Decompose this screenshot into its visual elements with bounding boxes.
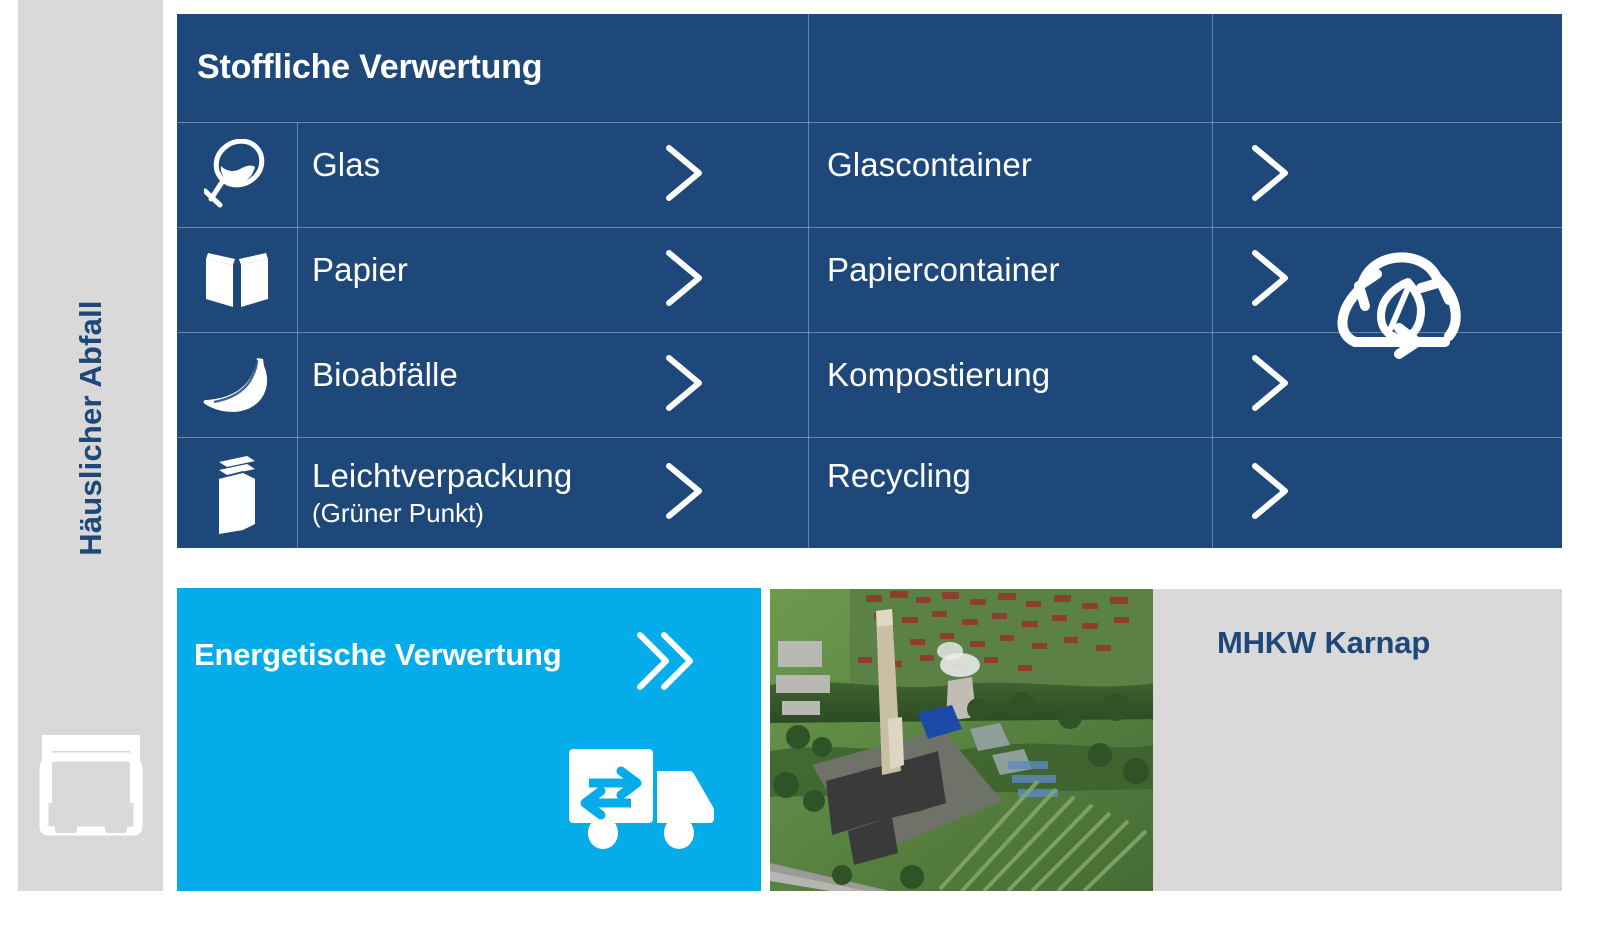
material-cell: Leichtverpackung (Grüner Punkt) [312, 437, 572, 548]
destination-label: Recycling [827, 457, 971, 494]
destination-cell: Kompostierung [827, 332, 1050, 437]
material-cell: Papier [312, 227, 408, 332]
table-row: Glas Glascontainer [177, 122, 1562, 227]
recycle-leaf-icon [1325, 230, 1475, 370]
destination-cell: Papiercontainer [827, 227, 1060, 332]
chevron-right-icon [1247, 247, 1293, 309]
facility-name: MHKW Karnap [1217, 625, 1431, 660]
sidebar-household-waste: Häuslicher Abfall [18, 0, 163, 891]
facility-panel: MHKW Karnap [1153, 589, 1562, 891]
material-label: Papier [312, 251, 408, 288]
table-header: Stoffliche Verwertung [177, 14, 1562, 122]
material-sublabel: (Grüner Punkt) [312, 497, 484, 528]
material-cell: Bioabfälle [312, 332, 458, 437]
sidebar-label: Häuslicher Abfall [72, 299, 108, 556]
chevron-right-icon [661, 352, 707, 414]
destination-label: Kompostierung [827, 356, 1051, 393]
chevron-right-icon [661, 247, 707, 309]
chevron-right-icon [1247, 142, 1293, 204]
material-label: Bioabfälle [312, 356, 458, 393]
delivery-truck-exchange-icon [567, 741, 717, 851]
table-title: Stoffliche Verwertung [197, 48, 543, 86]
energy-recovery-title: Energetische Verwertung [194, 637, 562, 672]
destination-label: Glascontainer [827, 146, 1032, 183]
material-recovery-table: Stoffliche Verwertung Glas Glascontainer… [177, 14, 1562, 548]
material-cell: Glas [312, 122, 380, 227]
destination-cell: Recycling [827, 437, 971, 548]
chevron-right-icon [661, 460, 707, 522]
destination-cell: Glascontainer [827, 122, 1032, 227]
plant-aerial-photo [770, 589, 1153, 891]
double-chevron-right-icon [632, 627, 700, 695]
chevron-right-icon [661, 142, 707, 204]
material-label: Leichtverpackung [312, 457, 573, 494]
chevron-right-icon [1247, 460, 1293, 522]
banana-icon [177, 332, 297, 437]
infographic-root: Häuslicher Abfall Stoffliche Verwertung [0, 0, 1600, 931]
destination-label: Papiercontainer [827, 251, 1060, 288]
material-label: Glas [312, 146, 381, 183]
truck-front-icon [39, 729, 143, 839]
table-row: Leichtverpackung (Grüner Punkt) Recyclin… [177, 437, 1562, 548]
open-book-icon [177, 227, 297, 332]
wine-glass-icon [177, 122, 297, 227]
energy-recovery-panel: Energetische Verwertung [177, 588, 761, 891]
chevron-right-icon [1247, 352, 1293, 414]
milk-carton-icon [177, 437, 297, 548]
